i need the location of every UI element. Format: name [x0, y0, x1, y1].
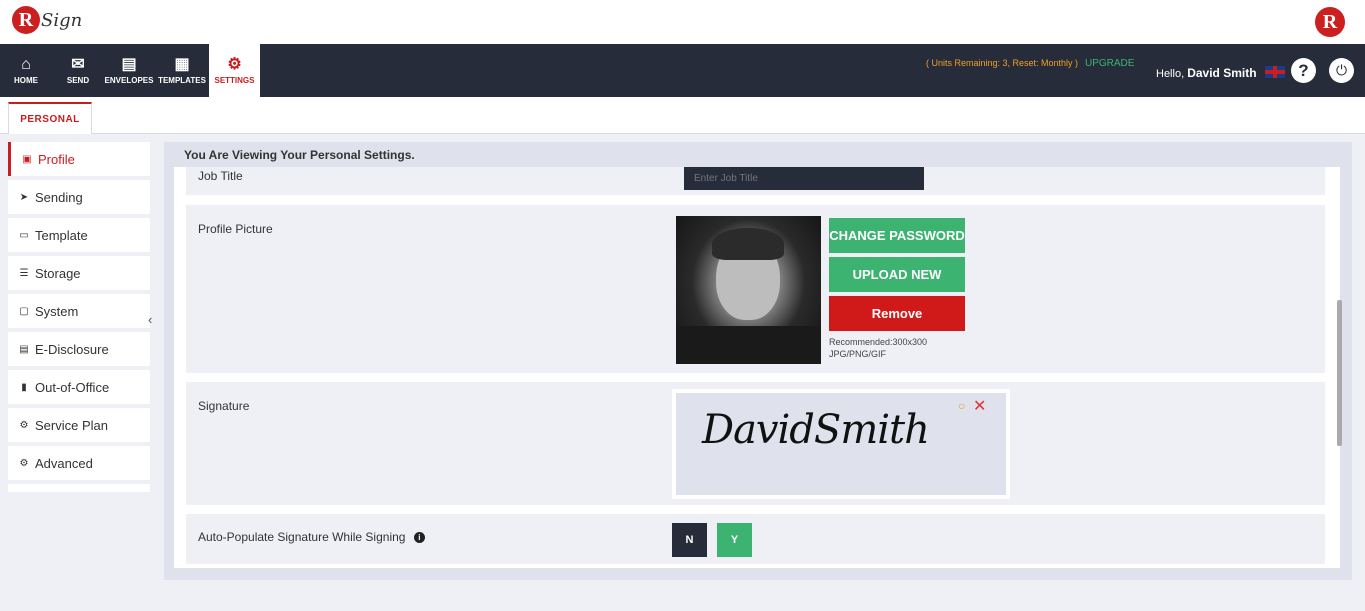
nav-templates[interactable]: ▦ TEMPLATES	[156, 44, 208, 97]
service-plan-icon: ⚙	[19, 419, 29, 431]
nav-label: ENVELOPES	[104, 75, 154, 85]
sidebar-item-out-of-office[interactable]: ▮ Out-of-Office	[8, 370, 150, 404]
nav-label: HOME	[14, 75, 38, 85]
job-title-input[interactable]	[684, 167, 924, 190]
remove-photo-button[interactable]: Remove	[829, 296, 965, 331]
logo-mark: R	[12, 6, 40, 34]
allowed-formats: JPG/PNG/GIF	[829, 349, 887, 359]
auto-populate-no-button[interactable]: N	[672, 523, 707, 557]
sidebar-item-label: Profile	[38, 151, 75, 167]
signature-image: DavidSmith	[702, 407, 930, 453]
send-icon: ➤	[19, 191, 29, 203]
signature-label: Signature	[198, 399, 250, 413]
tab-personal[interactable]: PERSONAL	[8, 102, 92, 134]
auto-populate-label: Auto-Populate Signature While Signing i	[198, 530, 425, 544]
change-password-button[interactable]: CHANGE PASSWORD	[829, 218, 965, 253]
sidebar-item-label: Storage	[35, 265, 81, 281]
sidebar-item-service-plan[interactable]: ⚙ Service Plan	[8, 408, 150, 442]
auto-populate-yes-button[interactable]: Y	[717, 523, 752, 557]
nav-send[interactable]: ✉ SEND	[58, 44, 98, 97]
home-icon: ⌂	[21, 55, 31, 73]
job-title-label: Job Title	[198, 169, 243, 183]
logo-bar: R Sign R	[0, 0, 1365, 44]
nav-envelopes[interactable]: ▤ ENVELOPES	[103, 44, 155, 97]
door-icon: ▮	[21, 381, 27, 393]
uk-flag-icon[interactable]	[1265, 66, 1285, 78]
page-title: You Are Viewing Your Personal Settings.	[184, 148, 415, 162]
profile-picture-label: Profile Picture	[198, 222, 273, 236]
photo-hair	[712, 228, 784, 260]
sidebar-item-label: E-Disclosure	[35, 341, 109, 357]
cogs-icon: ⚙	[19, 457, 29, 469]
storage-icon: ☰	[19, 267, 29, 279]
job-title-row: Job Title	[186, 167, 1325, 195]
gear-icon: ⚙	[227, 55, 242, 73]
sidebar-item-label: Advanced	[35, 455, 93, 471]
auto-populate-row: Auto-Populate Signature While Signing i	[186, 514, 1325, 564]
nav-home[interactable]: ⌂ HOME	[6, 44, 46, 97]
settings-tab-strip: PERSONAL	[0, 97, 1365, 134]
sidebar-item-storage[interactable]: ☰ Storage	[8, 256, 150, 290]
user-greeting: Hello, David Smith	[1156, 66, 1257, 80]
power-icon[interactable]: ⏻	[1329, 58, 1354, 83]
delete-signature-icon[interactable]: ✕	[973, 396, 986, 416]
edit-signature-icon[interactable]: ○	[958, 399, 965, 413]
photo-recommendation: Recommended:300x300 JPG/PNG/GIF	[829, 336, 927, 360]
document-icon: ▤	[19, 343, 29, 355]
settings-sidebar: ▣ Profile ➤ Sending ▭ Template ☰ Storage…	[8, 142, 150, 492]
sidebar-item-label: Out-of-Office	[35, 379, 110, 395]
upgrade-link[interactable]: UPGRADE	[1085, 58, 1134, 69]
mail-icon: ✉	[71, 55, 85, 73]
nav-label: SETTINGS	[214, 75, 255, 85]
sidebar-item-template[interactable]: ▭ Template	[8, 218, 150, 252]
rsign-logo[interactable]: R Sign	[12, 6, 82, 34]
units-remaining: ( Units Remaining: 3, Reset: Monthly )	[926, 58, 1079, 68]
profile-photo	[676, 216, 821, 364]
template-icon: ▭	[19, 229, 29, 241]
sidebar-item-label: Sending	[35, 189, 83, 205]
monitor-icon: ▢	[19, 305, 29, 317]
vertical-scrollbar[interactable]	[1337, 300, 1342, 446]
recommended-size: Recommended:300x300	[829, 337, 928, 347]
sidebar-item-profile[interactable]: ▣ Profile	[8, 142, 150, 176]
info-icon[interactable]: i	[413, 532, 425, 543]
upload-new-button[interactable]: UPLOAD NEW	[829, 257, 965, 292]
logo-text: Sign	[41, 9, 83, 31]
photo-coat	[676, 326, 821, 364]
sidebar-item-e-disclosure[interactable]: ▤ E-Disclosure	[8, 332, 150, 366]
signature-canvas: DavidSmith ○ ✕	[676, 393, 1006, 495]
sidebar-item-label: Service Plan	[35, 417, 108, 433]
sidebar-footer	[8, 484, 150, 492]
sidebar-item-system[interactable]: ▢ System	[8, 294, 150, 328]
sidebar-item-sending[interactable]: ➤ Sending	[8, 180, 150, 214]
signature-box[interactable]: DavidSmith ○ ✕	[672, 389, 1010, 499]
templates-icon: ▦	[174, 55, 190, 73]
greeting-prefix: Hello,	[1156, 68, 1185, 80]
nav-settings[interactable]: ⚙ SETTINGS	[209, 44, 260, 97]
collapse-sidebar-icon[interactable]: ‹	[148, 312, 152, 327]
settings-panel: Job Title Profile Picture CHANGE PASSWOR…	[174, 167, 1340, 568]
envelopes-icon: ▤	[121, 55, 137, 73]
sidebar-item-advanced[interactable]: ⚙ Advanced	[8, 446, 150, 480]
auto-populate-text: Auto-Populate Signature While Signing	[198, 530, 406, 544]
help-icon[interactable]: ?	[1291, 58, 1316, 83]
nav-label: SEND	[66, 75, 90, 85]
profile-icon: ▣	[22, 153, 32, 165]
nav-label: TEMPLATES	[158, 75, 206, 85]
user-name: David Smith	[1187, 66, 1257, 80]
sidebar-item-label: System	[35, 303, 79, 319]
brand-logo-right: R	[1315, 7, 1345, 37]
main-nav: ⌂ HOME ✉ SEND ▤ ENVELOPES ▦ TEMPLATES ⚙ …	[0, 44, 1365, 97]
settings-main: You Are Viewing Your Personal Settings. …	[164, 142, 1352, 580]
sidebar-item-label: Template	[35, 227, 88, 243]
